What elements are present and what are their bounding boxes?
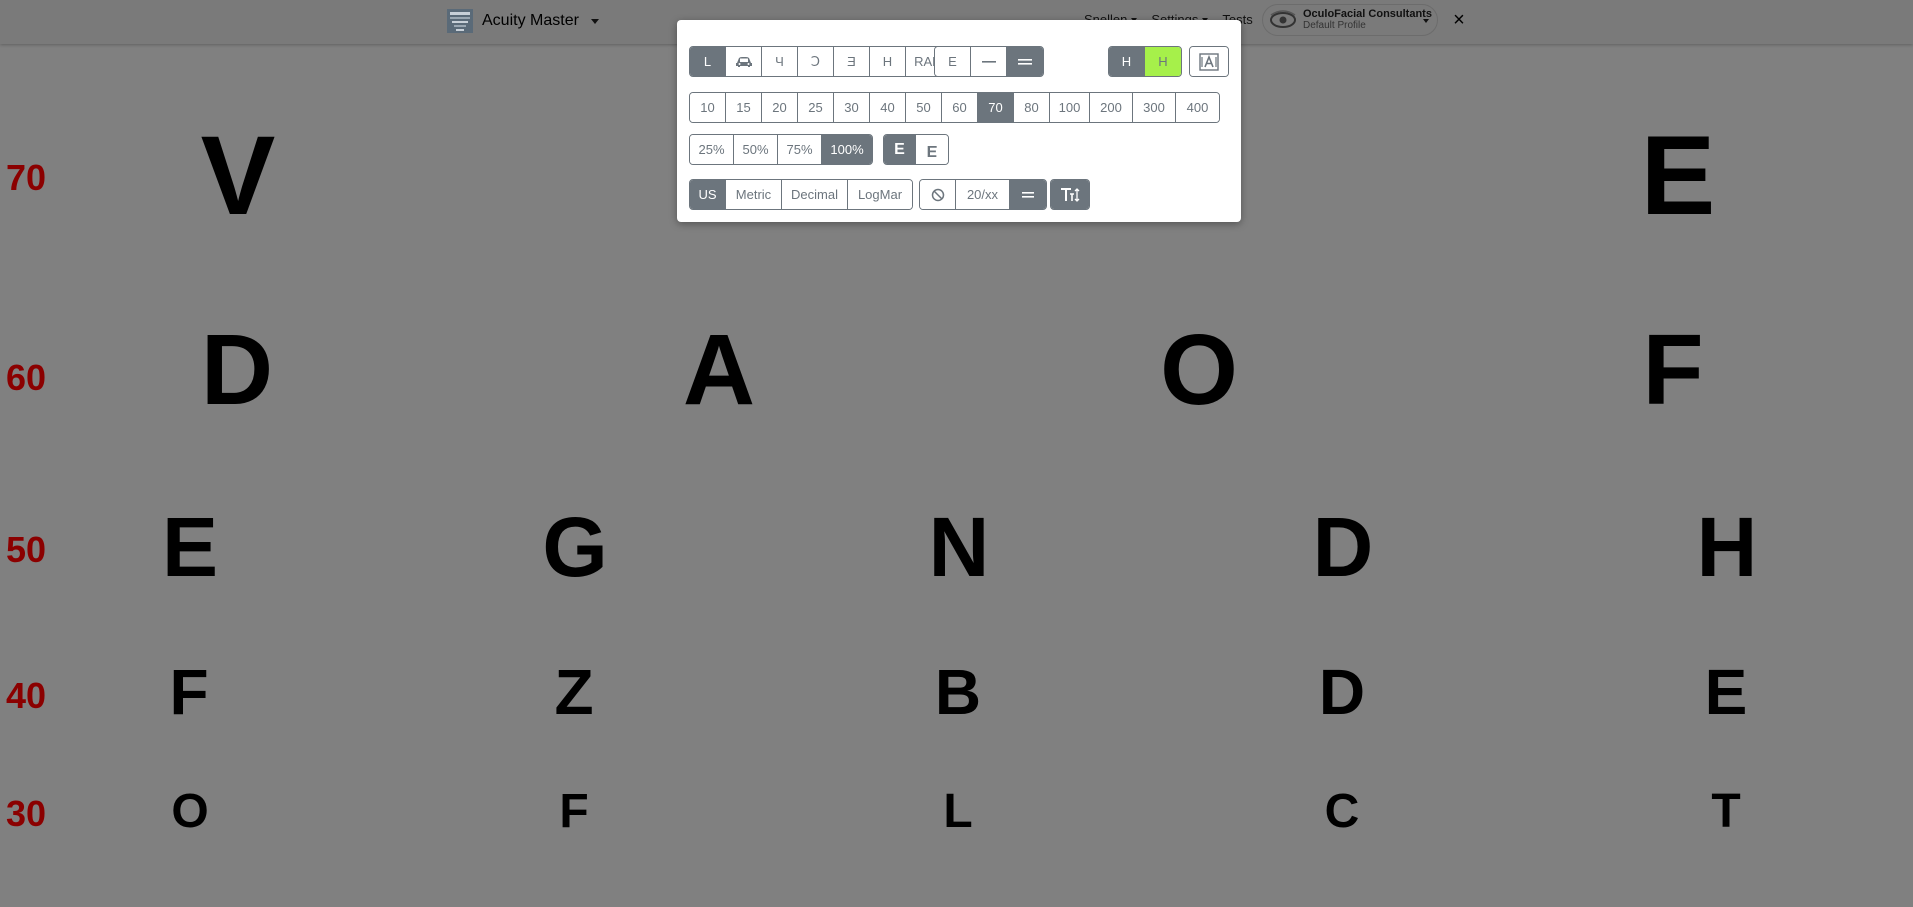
optotype-letter: H [1696,500,1758,594]
profile-text: OculoFacial Consultants Default Profile [1303,8,1432,32]
size-button-300[interactable]: 300 [1133,93,1176,122]
unit-button-decimal[interactable]: Decimal [782,180,848,209]
row-acuity-label: 30 [6,793,47,834]
brand-logo-icon [447,9,473,33]
optotype-letter: A [682,314,756,426]
units-group: US Metric Decimal LogMar [689,179,913,210]
single-line-button[interactable] [971,47,1007,76]
notation-group: 20/xx [919,179,1047,210]
optotype-letter: E [161,500,219,594]
line-mode-group: E [934,46,1044,77]
single-line-icon [981,60,996,63]
optotype-letter: E [1704,656,1748,728]
text-size-icon [1061,187,1080,202]
single-letter-button[interactable]: E [935,47,971,76]
size-button-25[interactable]: 25 [798,93,834,122]
hide-notation-button[interactable] [920,180,956,209]
size-button-100[interactable]: 100 [1050,93,1090,122]
size-button-70[interactable]: 70 [978,93,1014,122]
app-title: Acuity Master [482,12,579,29]
mirror-e-glyph: E [926,141,938,159]
normal-e-button[interactable]: E [884,135,916,164]
optotype-letter: G [542,500,608,594]
size-button-200[interactable]: 200 [1090,93,1133,122]
optotype-letter: C [1324,785,1360,838]
tumbling-e-down-button[interactable]: Η [870,47,906,76]
size-button-20[interactable]: 20 [762,93,798,122]
chevron-down-icon [1423,19,1429,23]
optotype-letter: F [169,656,209,728]
close-icon[interactable]: × [1449,8,1469,32]
size-button-60[interactable]: 60 [942,93,978,122]
optotype-letter: E [1640,113,1716,238]
size-button-50[interactable]: 50 [906,93,942,122]
profile-subtitle: Default Profile [1303,20,1366,31]
app-root: Acuity Master Snellen Settings Tests [0,0,1913,907]
optotype-letter: L [943,785,973,838]
optotype-letter: N [928,500,990,594]
dark-mode-button[interactable]: H [1109,47,1145,76]
mirror-e-button[interactable]: E [916,135,948,164]
optotype-letter: T [1711,785,1741,838]
row-acuity-label: 40 [6,675,47,716]
size-button-30[interactable]: 30 [834,93,870,122]
optotype-pictures-button[interactable] [726,47,762,76]
contrast-button-75[interactable]: 75% [778,135,822,164]
unit-button-metric[interactable]: Metric [726,180,782,209]
contrast-button-25[interactable]: 25% [690,135,734,164]
optotype-letter: O [1160,314,1238,426]
text-frame-button[interactable] [1190,47,1228,76]
profile-dropdown[interactable]: OculoFacial Consultants Default Profile [1262,4,1438,36]
size-group: 10 15 20 25 30 40 50 60 70 80 100 200 300 400 [689,92,1220,123]
unit-button-us[interactable]: US [690,180,726,209]
optotype-letter: Z [554,656,594,728]
mirror-group: E E [883,134,949,165]
size-button-15[interactable]: 15 [726,93,762,122]
no-symbol-icon [931,188,944,201]
optotype-letter: V [200,113,276,238]
tumbling-e-left-button[interactable]: Ↄ [798,47,834,76]
profile-logo-icon [1270,10,1296,28]
optotype-letter: D [1312,500,1374,594]
row-acuity-label: 50 [6,529,47,570]
double-line-button[interactable] [1007,47,1043,76]
size-button-400[interactable]: 400 [1176,93,1219,122]
notation-format-button[interactable]: 20/xx [956,180,1010,209]
double-line-icon [1018,58,1032,65]
row-acuity-label: 70 [6,157,47,198]
size-button-10[interactable]: 10 [690,93,726,122]
text-size-group [1050,179,1090,210]
size-button-40[interactable]: 40 [870,93,906,122]
car-icon [735,56,752,67]
size-button-80[interactable]: 80 [1014,93,1050,122]
text-frame-icon [1199,52,1219,71]
row-acuity-label: 60 [6,357,47,398]
optotype-letter: F [559,785,589,838]
equals-icon [1022,191,1034,198]
optotype-letter: D [200,314,274,426]
text-frame-group [1189,46,1229,77]
optotype-letter: B [934,656,982,728]
lime-mode-button[interactable]: H [1145,47,1181,76]
contrast-button-50[interactable]: 50% [734,135,778,164]
unit-button-logmar[interactable]: LogMar [848,180,912,209]
text-size-button[interactable] [1051,180,1089,209]
color-mode-group: H H [1108,46,1182,77]
optotype-letter: D [1318,656,1366,728]
tumbling-e-mirror-button[interactable]: Ǝ [834,47,870,76]
tumbling-e-up-button[interactable]: Ч [762,47,798,76]
optotype-letter: F [1642,314,1704,426]
notation-equals-button[interactable] [1010,180,1046,209]
profile-name: OculoFacial Consultants [1303,8,1432,20]
optotype-letter: O [171,785,209,838]
contrast-percent-group: 25% 50% 75% 100% [689,134,873,165]
optotype-letters-button[interactable]: L [690,47,726,76]
contrast-button-100[interactable]: 100% [822,135,872,164]
settings-popover: L Ч Ↄ Ǝ Η RANDOM E [677,20,1241,222]
chevron-down-icon [590,18,599,24]
app-brand[interactable]: Acuity Master [446,6,599,36]
